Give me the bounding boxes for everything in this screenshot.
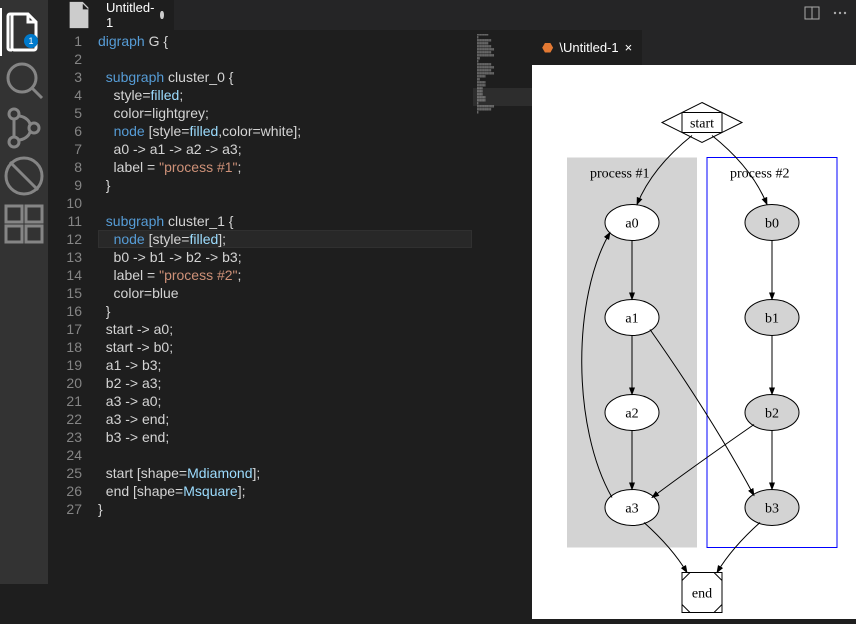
cluster1-label: process #1 <box>590 167 650 182</box>
file-icon <box>58 0 100 30</box>
node-start: start <box>662 103 742 143</box>
editor-tab[interactable]: Untitled-1 <box>48 0 175 30</box>
svg-text:b1: b1 <box>765 312 779 327</box>
graphviz-icon: ⬣ <box>542 40 553 56</box>
activity-bar: 1 <box>0 0 48 584</box>
search-icon[interactable] <box>0 56 48 104</box>
editor-tab-actions <box>796 0 856 30</box>
line-number-gutter: 1234567891011121314151617181920212223242… <box>48 30 98 619</box>
explorer-icon[interactable]: 1 <box>0 8 48 56</box>
explorer-badge: 1 <box>24 34 38 48</box>
preview-pane: ⬣ \Untitled-1 × process #1 process #2 <box>532 30 856 619</box>
dirty-indicator <box>160 11 163 19</box>
node-a3: a3 <box>605 490 659 526</box>
svg-text:a0: a0 <box>625 217 638 232</box>
svg-text:b0: b0 <box>765 217 779 232</box>
node-b3: b3 <box>745 490 799 526</box>
code-content[interactable]: digraph G { subgraph cluster_0 { style=f… <box>98 30 472 619</box>
code-editor[interactable]: 1234567891011121314151617181920212223242… <box>48 30 532 619</box>
minimap[interactable]: ████████████████████████████████████████… <box>472 30 532 619</box>
preview-tab-bar: ⬣ \Untitled-1 × <box>532 30 856 65</box>
svg-text:a2: a2 <box>625 407 638 422</box>
graph-canvas: process #1 process #2 start a0 <box>532 65 856 619</box>
debug-icon[interactable] <box>0 152 48 200</box>
graph-svg: process #1 process #2 start a0 <box>532 65 856 619</box>
editor-tab-title: Untitled-1 <box>106 0 154 30</box>
node-a2: a2 <box>605 395 659 431</box>
svg-text:a1: a1 <box>625 312 638 327</box>
cluster2-label: process #2 <box>730 167 790 182</box>
minimap-slider[interactable] <box>473 88 532 106</box>
node-b1: b1 <box>745 300 799 336</box>
more-actions-icon[interactable] <box>832 5 848 26</box>
node-a0: a0 <box>605 205 659 241</box>
main-area: Untitled-1 12345678910111213141516171819… <box>48 0 856 584</box>
preview-tab[interactable]: ⬣ \Untitled-1 × <box>532 30 642 65</box>
preview-tab-title: \Untitled-1 <box>559 40 618 55</box>
close-icon[interactable]: × <box>625 40 633 55</box>
svg-text:end: end <box>692 587 712 602</box>
node-b0: b0 <box>745 205 799 241</box>
editor-tab-bar: Untitled-1 <box>48 0 856 30</box>
svg-text:b2: b2 <box>765 407 779 422</box>
svg-text:a3: a3 <box>625 502 638 517</box>
svg-text:start: start <box>690 117 714 132</box>
split-editor-icon[interactable] <box>804 5 820 26</box>
extensions-icon[interactable] <box>0 200 48 248</box>
source-control-icon[interactable] <box>0 104 48 152</box>
editor-area: 1234567891011121314151617181920212223242… <box>48 30 856 619</box>
node-end: end <box>682 573 722 613</box>
svg-text:b3: b3 <box>765 502 779 517</box>
